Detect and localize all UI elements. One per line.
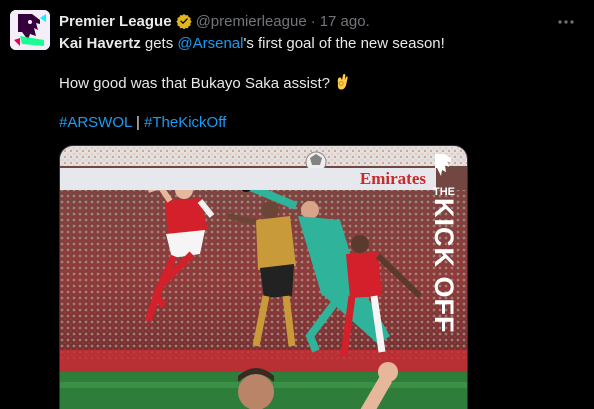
handle[interactable]: @premierleague xyxy=(196,13,307,30)
premier-league-watermark-icon xyxy=(431,152,455,178)
display-name[interactable]: Premier League xyxy=(59,13,172,30)
text-segment: How good was that Bukayo Saka assist? xyxy=(59,75,330,92)
hashtag-link[interactable]: #TheKickOff xyxy=(144,114,226,131)
premier-league-lion-logo xyxy=(10,10,50,50)
tweet-media-image[interactable]: Emirates THE KICK OFF xyxy=(59,145,468,409)
advertising-board: Emirates xyxy=(60,168,436,190)
tweet-hashtags: #ARSWOL | #TheKickOff xyxy=(59,113,226,133)
more-options-icon[interactable] xyxy=(556,12,576,32)
separator-dot: · xyxy=(310,12,316,30)
tweet-text-line-1: Kai Havertz gets @Arsenal's first goal o… xyxy=(59,34,445,54)
tweet-text-line-2: How good was that Bukayo Saka assist? xyxy=(59,73,350,94)
tweet[interactable]: Premier League @premierleague · 17 ago. … xyxy=(0,0,594,409)
timestamp[interactable]: 17 ago. xyxy=(320,13,370,30)
hashtag-separator: | xyxy=(131,114,145,131)
player-name: Kai Havertz xyxy=(59,35,141,52)
text-segment: 's first goal of the new season! xyxy=(243,35,445,52)
ok-hand-emoji-icon xyxy=(334,73,350,91)
verified-badge-icon[interactable] xyxy=(175,13,192,30)
text-segment: gets xyxy=(140,35,178,52)
overlay-the-text: THE xyxy=(433,186,455,198)
overlay-kickoff-text: KICK OFF xyxy=(429,198,459,334)
hashtag-link[interactable]: #ARSWOL xyxy=(59,114,132,131)
mention-link[interactable]: @Arsenal xyxy=(177,35,243,52)
avatar[interactable] xyxy=(10,10,50,50)
board-sponsor-text: Emirates xyxy=(359,169,426,188)
tweet-header: Premier League @premierleague · 17 ago. xyxy=(59,12,370,30)
the-kick-off-overlay: THE KICK OFF xyxy=(427,186,461,334)
